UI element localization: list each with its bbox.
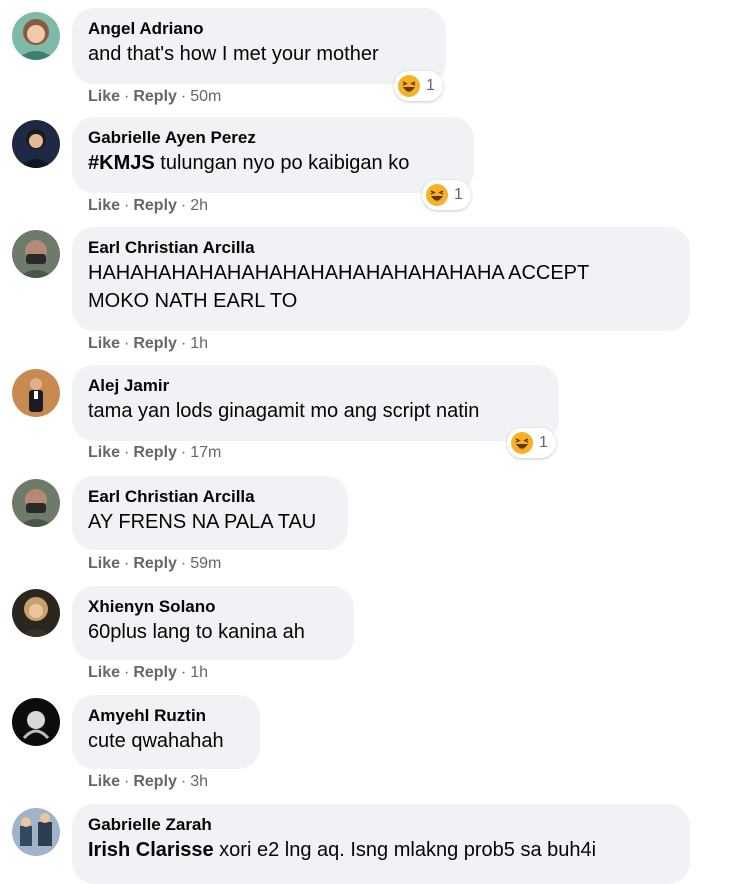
avatar[interactable]: [12, 120, 60, 168]
like-button[interactable]: Like: [88, 555, 120, 572]
reply-button[interactable]: Reply: [133, 197, 177, 214]
comment-text: and that's how I met your mother: [88, 43, 379, 65]
comment-author[interactable]: Earl Christian Arcilla: [88, 486, 332, 508]
comment-bubble: Amyehl Ruztin cute qwahahah: [72, 695, 260, 769]
comment-actions: Like · Reply · 50m: [88, 87, 221, 107]
reply-button[interactable]: Reply: [133, 773, 177, 790]
comment-actions: Like · Reply · 59m: [88, 554, 221, 574]
separator: ·: [124, 88, 130, 105]
reply-button[interactable]: Reply: [133, 555, 177, 572]
reaction-count: 1: [454, 186, 463, 203]
comment-author[interactable]: Gabrielle Ayen Perez: [88, 127, 458, 149]
reaction-count: 1: [426, 77, 435, 94]
separator: ·: [180, 197, 187, 214]
comment-text: #KMJS tulungan nyo po kaibigan ko: [88, 149, 458, 177]
comment-text: 60plus lang to kanina ah: [88, 621, 305, 643]
separator: ·: [180, 664, 187, 681]
comment-text: Irish Clarisse xori e2 lng aq. Isng mlak…: [88, 836, 674, 864]
comment-bubble: Earl Christian Arcilla AY FRENS NA PALA …: [72, 476, 348, 550]
separator: ·: [124, 664, 130, 681]
comment-timestamp[interactable]: 59m: [190, 555, 221, 572]
avatar[interactable]: [12, 12, 60, 60]
comment-text-line: HAHAHAHAHAHAHAHAHAHAHAHAHAHAHA ACCEPT: [88, 262, 590, 284]
reaction-badge[interactable]: 1: [507, 428, 556, 458]
like-button[interactable]: Like: [88, 773, 120, 790]
comment-text: AY FRENS NA PALA TAU: [88, 511, 317, 533]
haha-emoji-icon: [511, 432, 533, 454]
separator: ·: [180, 555, 187, 572]
separator: ·: [124, 197, 130, 214]
comment-author[interactable]: Alej Jamir: [88, 375, 543, 397]
comment-timestamp[interactable]: 50m: [190, 88, 221, 105]
separator: ·: [124, 555, 130, 572]
like-button[interactable]: Like: [88, 88, 120, 105]
comment-timestamp[interactable]: 1h: [190, 335, 208, 352]
comment-bubble: Gabrielle Zarah Irish Clarisse xori e2 l…: [72, 804, 690, 884]
comment-text: tama yan lods ginagamit mo ang script na…: [88, 400, 480, 422]
comment-timestamp[interactable]: 17m: [190, 444, 221, 461]
reply-button[interactable]: Reply: [133, 88, 177, 105]
separator: ·: [124, 335, 130, 352]
comment-actions: Like · Reply · 1h: [88, 663, 208, 683]
like-button[interactable]: Like: [88, 335, 120, 352]
comment-bubble: Alej Jamir tama yan lods ginagamit mo an…: [72, 365, 559, 441]
comment-bubble: Gabrielle Ayen Perez #KMJS tulungan nyo …: [72, 117, 474, 193]
comment-author[interactable]: Xhienyn Solano: [88, 596, 338, 618]
separator: ·: [124, 444, 130, 461]
comment-actions: Like · Reply · 1h: [88, 334, 208, 354]
avatar[interactable]: [12, 479, 60, 527]
avatar[interactable]: [12, 808, 60, 856]
comment-author[interactable]: Earl Christian Arcilla: [88, 237, 674, 259]
comment-timestamp[interactable]: 2h: [190, 197, 208, 214]
mention-link[interactable]: Irish Clarisse: [88, 839, 214, 861]
like-button[interactable]: Like: [88, 664, 120, 681]
reaction-badge[interactable]: 1: [394, 71, 443, 101]
avatar[interactable]: [12, 589, 60, 637]
separator: ·: [180, 773, 187, 790]
comment-actions: Like · Reply · 17m: [88, 443, 221, 463]
separator: ·: [180, 444, 187, 461]
reply-button[interactable]: Reply: [133, 335, 177, 352]
haha-emoji-icon: [426, 184, 448, 206]
comment-bubble: Xhienyn Solano 60plus lang to kanina ah: [72, 586, 354, 660]
like-button[interactable]: Like: [88, 197, 120, 214]
separator: ·: [124, 773, 130, 790]
comment-bubble: Earl Christian Arcilla HAHAHAHAHAHAHAHAH…: [72, 227, 690, 331]
comment-text-line: MOKO NATH EARL TO: [88, 290, 298, 312]
comment-author[interactable]: Amyehl Ruztin: [88, 705, 244, 727]
reaction-count: 1: [539, 434, 548, 451]
hashtag-link[interactable]: #KMJS: [88, 152, 155, 174]
comment-author[interactable]: Gabrielle Zarah: [88, 814, 674, 836]
comment-text-body: tulungan nyo po kaibigan ko: [154, 152, 410, 174]
comment-actions: Like · Reply · 2h: [88, 196, 208, 216]
separator: ·: [180, 335, 187, 352]
reply-button[interactable]: Reply: [133, 664, 177, 681]
separator: ·: [180, 88, 187, 105]
comment-actions: Like · Reply · 3h: [88, 772, 208, 792]
comment-bubble: Angel Adriano and that's how I met your …: [72, 8, 446, 84]
comment-author[interactable]: Angel Adriano: [88, 18, 430, 40]
comment-timestamp[interactable]: 3h: [190, 773, 208, 790]
haha-emoji-icon: [398, 75, 420, 97]
reaction-badge[interactable]: 1: [422, 180, 471, 210]
avatar[interactable]: [12, 369, 60, 417]
comment-text: cute qwahahah: [88, 730, 224, 752]
avatar[interactable]: [12, 698, 60, 746]
avatar[interactable]: [12, 230, 60, 278]
reply-button[interactable]: Reply: [133, 444, 177, 461]
comment-timestamp[interactable]: 1h: [190, 664, 208, 681]
like-button[interactable]: Like: [88, 444, 120, 461]
comment-text-body: xori e2 lng aq. Isng mlakng prob5 sa buh…: [213, 839, 597, 861]
